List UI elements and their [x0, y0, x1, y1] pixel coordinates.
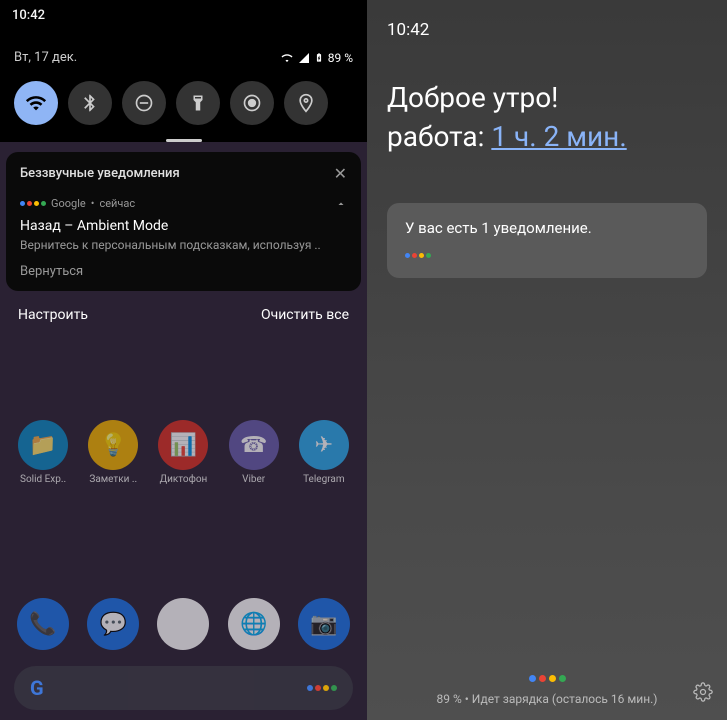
app-grid: 📁Solid Exp.. 💡Заметки .. 📊Диктофон ☎Vibe…: [0, 420, 367, 485]
status-time: 10:42: [12, 8, 45, 23]
charging-status: 89 % • Идет зарядка (осталось 16 мин.): [367, 692, 727, 706]
assistant-icon: [405, 253, 431, 258]
manage-button[interactable]: Настроить: [18, 307, 88, 323]
status-icons: 89 %: [280, 51, 353, 65]
notif-pill-text: У вас есть 1 уведомление.: [405, 219, 689, 237]
notification-shade: 10:42 Вт, 17 дек. 89 % Беззвучные уведом…: [0, 0, 367, 720]
status-date: Вт, 17 дек.: [14, 50, 77, 65]
app-recorder[interactable]: 📊Диктофон: [151, 420, 215, 485]
commute-time-link[interactable]: 1 ч. 2 мин.: [491, 120, 626, 153]
close-icon[interactable]: ✕: [334, 164, 347, 183]
ambient-bottom: 89 % • Идет зарядка (осталось 16 мин.): [367, 667, 727, 706]
google-search-bar[interactable]: G: [14, 666, 353, 710]
drag-handle[interactable]: [166, 139, 202, 142]
notification-actions: Настроить Очистить все: [0, 295, 367, 335]
commute-row: работа: 1 ч. 2 мин.: [387, 120, 707, 153]
settings-gear-icon[interactable]: [693, 682, 713, 706]
google-logo: G: [30, 676, 44, 700]
clear-all-button[interactable]: Очистить все: [261, 307, 349, 323]
commute-label: работа:: [387, 120, 484, 153]
qs-autorotate-button[interactable]: [230, 81, 274, 125]
qs-dnd-button[interactable]: [122, 81, 166, 125]
dock-chrome[interactable]: 🌐: [228, 598, 280, 650]
quick-settings-panel: Вт, 17 дек. 89 %: [0, 0, 367, 142]
dock-messages[interactable]: 💬: [87, 598, 139, 650]
notif-time: сейчас: [99, 197, 135, 210]
notif-body: Вернитесь к персональным подсказкам, исп…: [20, 238, 347, 252]
notif-app-name: Google: [51, 197, 86, 210]
quick-settings-row: [0, 75, 367, 137]
qs-flashlight-button[interactable]: [176, 81, 220, 125]
battery-charging-icon: [314, 51, 324, 64]
notification-pill[interactable]: У вас есть 1 уведомление.: [387, 203, 707, 278]
dock-playstore[interactable]: ▶: [157, 598, 209, 650]
notif-title: Назад – Ambient Mode: [20, 218, 347, 234]
app-solid-explorer[interactable]: 📁Solid Exp..: [11, 420, 75, 485]
app-keep[interactable]: 💡Заметки ..: [81, 420, 145, 485]
qs-location-button[interactable]: [284, 81, 328, 125]
app-telegram[interactable]: ✈Telegram: [292, 420, 356, 485]
assistant-icon[interactable]: [307, 685, 337, 691]
assistant-icon: [20, 201, 46, 206]
assistant-logo[interactable]: [529, 675, 566, 682]
greeting-text: Доброе утро!: [387, 80, 707, 116]
notif-action-button[interactable]: Вернуться: [20, 264, 347, 279]
notification-card[interactable]: Google • сейчас Назад – Ambient Mode Вер…: [20, 197, 347, 279]
qs-bluetooth-button[interactable]: [68, 81, 112, 125]
signal-status-icon: [298, 52, 310, 64]
app-viber[interactable]: ☎Viber: [222, 420, 286, 485]
ambient-time: 10:42: [387, 20, 707, 40]
qs-wifi-button[interactable]: [14, 81, 58, 125]
dock-phone[interactable]: 📞: [17, 598, 69, 650]
silent-header-label: Беззвучные уведомления: [20, 166, 180, 181]
silent-notifications-section: Беззвучные уведомления ✕ Google • сейчас: [6, 152, 361, 291]
dock-camera[interactable]: 📷: [298, 598, 350, 650]
assistant-ambient-screen: 10:42 Доброе утро! работа: 1 ч. 2 мин. У…: [367, 0, 727, 720]
chevron-up-icon[interactable]: [335, 198, 347, 210]
dock: 📞 💬 ▶ 🌐 📷: [0, 598, 367, 650]
battery-percent: 89 %: [328, 51, 353, 65]
wifi-status-icon: [280, 52, 294, 64]
